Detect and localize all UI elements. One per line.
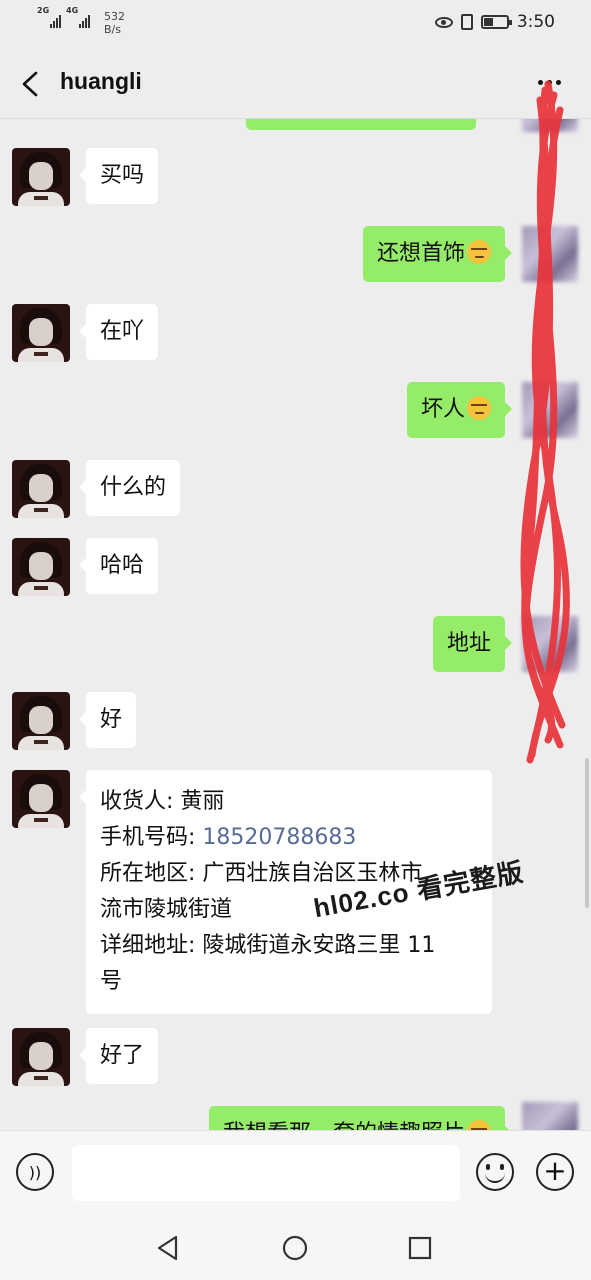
message-text: 我想看那一套的情趣照片 — [223, 1121, 465, 1130]
message-bubble[interactable]: 买吗 — [78, 148, 159, 204]
network-rate-unit: B/s — [104, 23, 121, 36]
phone-line: 手机号码: 18520788683 — [100, 820, 478, 856]
contact-avatar[interactable] — [12, 460, 70, 518]
message-received: 什么的 — [0, 460, 591, 520]
sender-avatar[interactable] — [522, 382, 578, 438]
message-bubble[interactable]: 什么的 — [78, 460, 181, 516]
message-input[interactable] — [72, 1145, 460, 1201]
message-bubble[interactable]: 在吖 — [78, 304, 159, 360]
nav-back-icon[interactable] — [154, 1234, 182, 1262]
message-bubble[interactable] — [246, 118, 476, 130]
phone-number-link[interactable]: 18520788683 — [202, 825, 356, 850]
message-received: 买吗 — [0, 148, 591, 208]
status-left: 2G 4G 532 B/s — [37, 6, 125, 36]
input-bar: )) + — [0, 1130, 591, 1217]
scrollbar[interactable] — [585, 758, 589, 908]
back-arrow-icon[interactable] — [18, 70, 44, 98]
eye-comfort-icon — [434, 16, 453, 28]
status-bar: 2G 4G 532 B/s 3:50 — [0, 0, 591, 50]
sender-avatar[interactable] — [522, 118, 578, 132]
smirk-emoji-icon — [467, 1120, 491, 1130]
smirk-emoji-icon — [467, 240, 491, 264]
message-received: 在吖 — [0, 304, 591, 364]
nav-home-icon[interactable] — [281, 1234, 309, 1262]
voice-icon[interactable]: )) — [16, 1153, 54, 1191]
smirk-emoji-icon — [467, 396, 491, 420]
system-nav-bar — [0, 1216, 591, 1280]
more-dots-icon[interactable] — [538, 80, 561, 85]
status-time: 3:50 — [516, 12, 555, 32]
message-text: 在吖 — [100, 319, 145, 344]
message-sent: 坏人 — [0, 382, 591, 442]
sender-avatar[interactable] — [522, 616, 578, 672]
chat-header: huangli — [0, 50, 591, 119]
message-text: 好 — [100, 707, 123, 732]
message-text: 什么的 — [100, 475, 167, 500]
message-text: 好了 — [100, 1043, 145, 1068]
chat-title: huangli — [60, 68, 142, 94]
recipient-line: 收货人: 黄丽 — [100, 789, 225, 814]
network-rate: 532 B/s — [104, 10, 125, 36]
signal-type-label: 4G — [66, 6, 79, 15]
message-bubble[interactable]: 好 — [78, 692, 137, 748]
message-text: 哈哈 — [100, 553, 145, 578]
message-text: 坏人 — [420, 397, 465, 422]
contact-avatar[interactable] — [12, 692, 70, 750]
message-text: 地址 — [446, 631, 491, 656]
message-text: 还想首饰 — [376, 241, 465, 266]
contact-avatar[interactable] — [12, 538, 70, 596]
message-bubble[interactable]: 哈哈 — [78, 538, 159, 594]
message-bubble[interactable]: 地址 — [432, 616, 513, 672]
message-bubble[interactable]: 坏人 — [406, 382, 513, 438]
message-bubble[interactable]: 好了 — [78, 1028, 159, 1084]
vibrate-icon — [460, 14, 473, 30]
signal-icon: 4G — [66, 6, 90, 28]
message-received: 好了 — [0, 1028, 591, 1088]
message-sent — [246, 118, 476, 130]
nav-recents-icon[interactable] — [406, 1234, 434, 1262]
signal-type-label: 2G — [37, 6, 50, 15]
sender-avatar[interactable] — [522, 226, 578, 282]
detail-address-line: 详细地址: 陵城街道永安路三里 11 — [100, 933, 436, 958]
chat-area[interactable]: 买吗 还想首饰 在吖 坏人 什么的 哈哈 地址 好 收货人: 黄丽 手机号码: … — [0, 118, 591, 1130]
message-sent: 地址 — [0, 616, 591, 676]
contact-avatar[interactable] — [12, 1028, 70, 1086]
message-bubble[interactable]: 我想看那一套的情趣照片 — [208, 1106, 513, 1130]
message-sent: 还想首饰 — [0, 226, 591, 286]
message-bubble[interactable]: 还想首饰 — [362, 226, 513, 282]
status-right: 3:50 — [434, 12, 555, 32]
message-sent: 我想看那一套的情趣照片 — [0, 1106, 591, 1130]
emoji-icon[interactable] — [476, 1153, 514, 1191]
contact-avatar[interactable] — [12, 304, 70, 362]
message-text: 买吗 — [100, 163, 145, 188]
phone-label: 手机号码: — [100, 825, 203, 850]
sender-avatar[interactable] — [522, 1102, 578, 1130]
message-received: 好 — [0, 692, 591, 752]
contact-avatar[interactable] — [12, 148, 70, 206]
signal-icon: 2G — [37, 6, 61, 28]
contact-avatar[interactable] — [12, 770, 70, 828]
detail-address-cont: 号 — [100, 969, 123, 994]
battery-icon — [480, 15, 512, 29]
message-received: 哈哈 — [0, 538, 591, 598]
network-rate-value: 532 — [104, 10, 125, 23]
plus-icon[interactable]: + — [536, 1153, 574, 1191]
